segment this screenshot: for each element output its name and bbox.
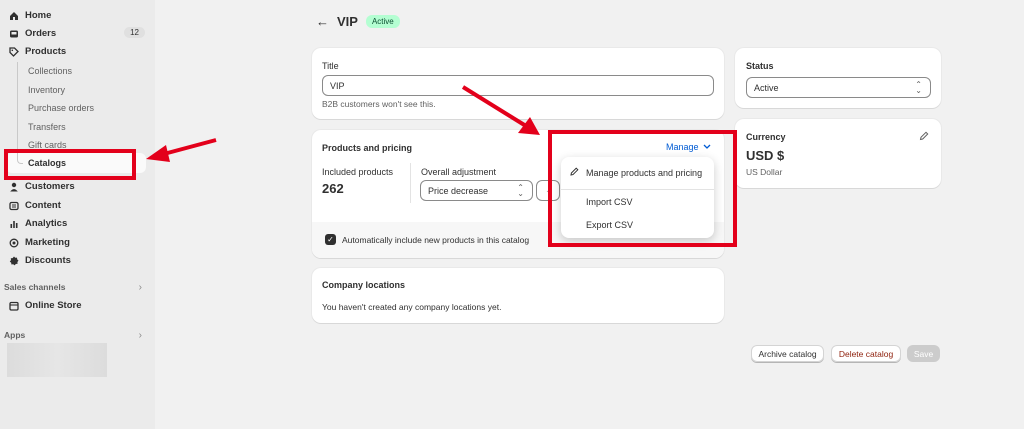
sales-channels-label: Sales channels: [4, 282, 66, 292]
content-icon: [8, 200, 19, 211]
adjustment-select-value: Price decrease: [428, 185, 489, 196]
status-select[interactable]: Active ⌃ ⌄: [746, 77, 931, 98]
target-icon: [8, 237, 19, 248]
title-helper-text: B2B customers won't see this.: [322, 99, 436, 109]
nav-customers-label: Customers: [25, 181, 75, 192]
back-arrow-icon[interactable]: ←: [316, 14, 329, 29]
delete-catalog-button[interactable]: Delete catalog: [831, 345, 901, 362]
adjustment-select[interactable]: Price decrease ⌃ ⌄: [420, 180, 533, 201]
status-select-value: Active: [754, 82, 779, 93]
nav-products[interactable]: Products: [8, 43, 146, 60]
annotation-box-catalogs: [4, 149, 136, 180]
inbox-icon: [8, 28, 19, 39]
apps-header[interactable]: Apps ›: [4, 328, 146, 342]
nav-analytics[interactable]: Analytics: [8, 215, 146, 232]
nav-orders-label: Orders: [25, 28, 57, 39]
apps-list-redacted: [7, 343, 107, 377]
sidebar-item-purchase-orders[interactable]: Purchase orders: [28, 100, 94, 115]
select-arrows-icon: ⌃ ⌄: [915, 79, 922, 95]
nav-discounts-label: Discounts: [25, 255, 71, 266]
title-label: Title: [322, 61, 339, 71]
save-button[interactable]: Save: [907, 345, 940, 362]
overall-adjustment-label: Overall adjustment: [421, 167, 497, 177]
sidebar-item-inventory[interactable]: Inventory: [28, 82, 65, 97]
sidebar-item-collections[interactable]: Collections: [28, 63, 72, 78]
status-title: Status: [746, 61, 774, 71]
currency-title: Currency: [746, 132, 786, 142]
nav-online-store[interactable]: Online Store: [8, 297, 146, 314]
person-icon: [8, 181, 19, 192]
store-icon: [8, 300, 19, 311]
nav-discounts[interactable]: Discounts: [8, 252, 146, 269]
chevron-right-icon: ›: [138, 281, 142, 293]
included-products-label: Included products: [322, 167, 394, 177]
currency-code: USD $: [746, 148, 785, 163]
archive-catalog-button[interactable]: Archive catalog: [751, 345, 824, 362]
company-locations-title: Company locations: [322, 280, 406, 290]
status-badge: Active: [365, 15, 400, 28]
company-locations-card: [312, 268, 724, 323]
sales-channels-header[interactable]: Sales channels ›: [4, 280, 146, 294]
nav-content[interactable]: Content: [8, 197, 146, 214]
home-icon: [8, 10, 19, 21]
edit-pencil-icon[interactable]: [919, 131, 929, 143]
auto-include-checkbox[interactable]: ✓: [325, 234, 336, 245]
nav-products-label: Products: [25, 46, 67, 57]
nav-content-label: Content: [25, 200, 61, 211]
auto-include-label: Automatically include new products in th…: [342, 235, 530, 245]
currency-name: US Dollar: [746, 167, 783, 177]
sidebar: Home Orders 12 Products Collections Inve…: [0, 0, 155, 429]
nav-marketing[interactable]: Marketing: [8, 234, 146, 251]
products-pricing-title: Products and pricing: [322, 143, 413, 153]
nav-marketing-label: Marketing: [25, 237, 70, 248]
nav-home-label: Home: [25, 10, 52, 21]
included-products-count: 262: [322, 181, 344, 196]
company-locations-empty-text: You haven't created any company location…: [322, 302, 502, 312]
annotation-box-manage-menu: [548, 130, 737, 247]
title-input[interactable]: VIP: [322, 75, 714, 96]
nav-customers[interactable]: Customers: [8, 178, 146, 195]
tag-icon: [8, 46, 19, 57]
nav-online-store-label: Online Store: [25, 300, 82, 311]
chevron-right-icon: ›: [138, 329, 142, 341]
arrow-to-catalogs: [159, 138, 217, 157]
page-title: VIP: [337, 14, 358, 29]
bar-chart-icon: [8, 218, 19, 229]
page-header: ← VIP Active: [316, 14, 400, 29]
discount-icon: [8, 255, 19, 266]
apps-label: Apps: [4, 330, 26, 340]
select-arrows-icon: ⌃ ⌄: [517, 182, 524, 198]
vertical-divider: [410, 163, 411, 203]
orders-count-badge: 12: [124, 27, 145, 38]
nav-home[interactable]: Home: [8, 7, 146, 24]
nav-analytics-label: Analytics: [25, 218, 68, 229]
sidebar-item-transfers[interactable]: Transfers: [28, 119, 66, 134]
